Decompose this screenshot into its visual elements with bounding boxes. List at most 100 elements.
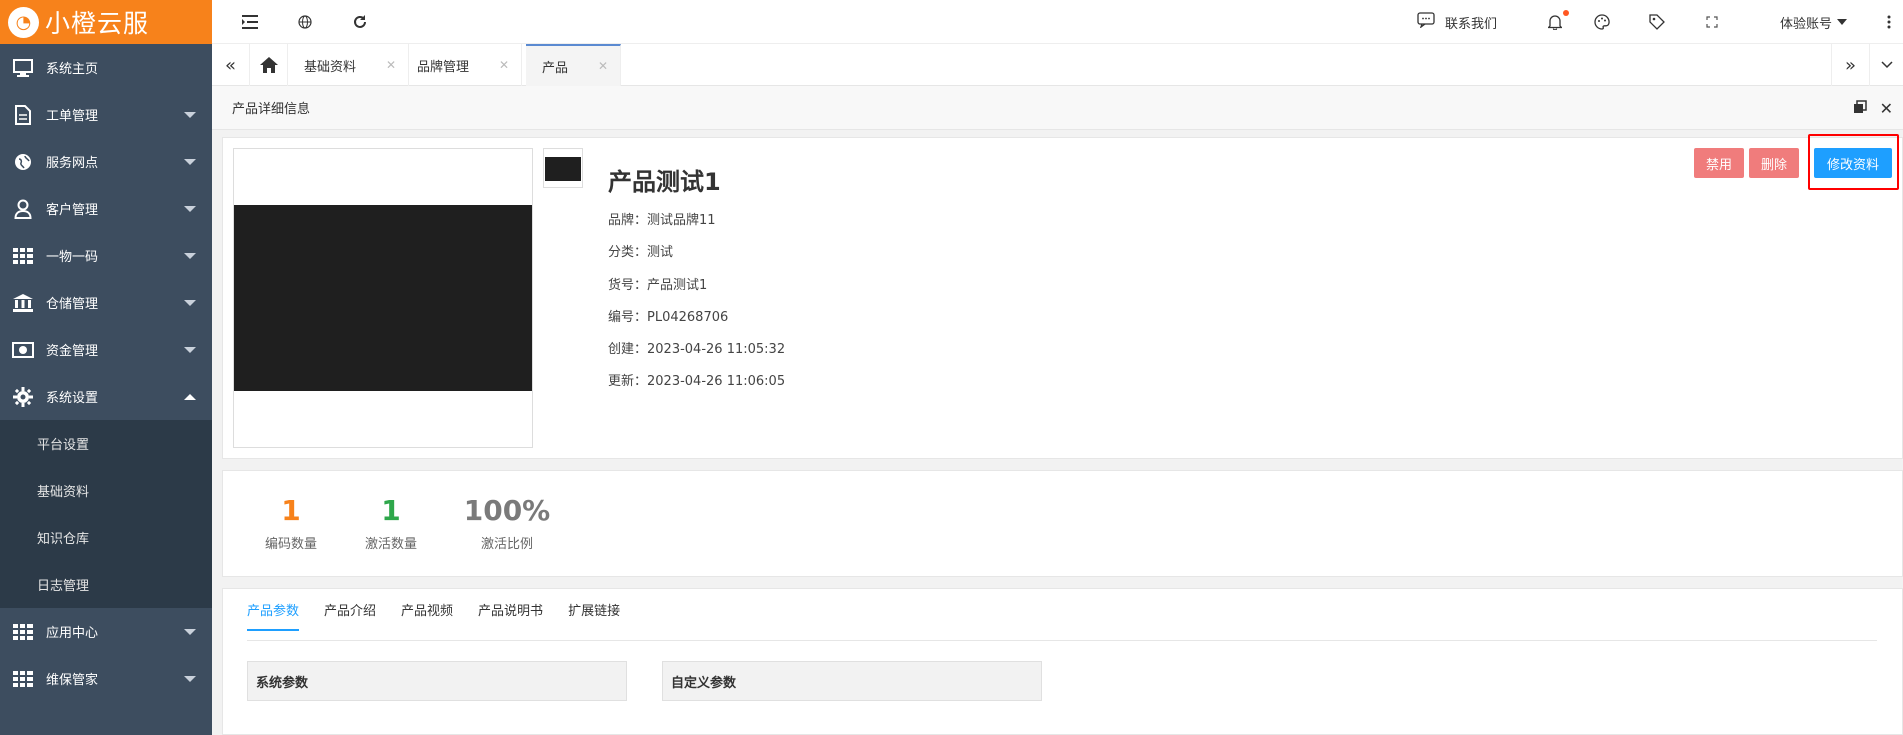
sidebar-item-maintenance[interactable]: 维保管家 [0,655,212,702]
close-icon[interactable]: ✕ [386,58,396,72]
tab-label: 品牌管理 [417,59,470,75]
gear-icon [12,386,34,407]
product-field-updated: 更新：2023-04-26 11:06:05 [608,374,786,389]
sidebar-item-settings[interactable]: 系统设置 [0,373,212,420]
chevron-down-icon [184,346,196,353]
account-menu[interactable]: 体验账号 [1780,0,1848,44]
product-field-number: 编号：PL04268706 [608,310,729,325]
page-title: 产品详细信息 [232,102,311,117]
sidebar-item-label: 一物一码 [46,250,99,265]
sidebar-item-label: 客户管理 [46,203,99,218]
sidebar-item-customers[interactable]: 客户管理 [0,185,212,232]
chat-icon [1417,12,1435,32]
stat-code-count: 1 编码数量 [256,494,326,552]
sidebar-item-home[interactable]: 系统主页 [0,44,212,91]
stat-activation-rate: 100% 激活比例 [460,494,554,552]
stat-label: 激活数量 [364,537,417,552]
sidebar-item-label: 服务网点 [46,156,99,171]
topbar: 联系我们 体验账号 [212,0,1903,44]
logo-text: 小橙云服 [45,9,150,38]
sidebar-item-app-center[interactable]: 应用中心 [0,608,212,655]
menu-collapse-icon[interactable] [240,12,260,32]
sidebar-item-funds[interactable]: 资金管理 [0,326,212,373]
product-main-image [233,148,533,448]
grid-icon [12,622,34,642]
disable-button[interactable]: 禁用 [1694,148,1744,178]
system-params-box: 系统参数 [247,661,627,701]
refresh-icon[interactable] [350,12,370,32]
tab-product-video[interactable]: 产品视频 [401,600,453,631]
caret-down-icon [1837,19,1848,25]
chevron-down-icon [184,675,196,682]
sidebar-item-one-code[interactable]: 一物一码 [0,232,212,279]
tabs-scroll-right-icon[interactable]: » [1831,44,1869,86]
submenu-item-platform[interactable]: 平台设置 [0,420,212,467]
contact-us-label: 联系我们 [1445,16,1498,32]
notification-dot [1563,10,1569,16]
chevron-down-icon [184,628,196,635]
chevron-down-icon [184,252,196,259]
tab-label: 基础资料 [304,59,357,75]
restore-window-icon[interactable] [1853,100,1867,118]
product-field-brand: 品牌：测试品牌11 [608,213,716,228]
fullscreen-icon[interactable] [1702,12,1722,32]
product-title: 产品测试1 [608,168,721,196]
home-tab[interactable] [250,44,288,86]
tabs-scroll-left-icon[interactable]: « [212,44,250,86]
chevron-down-icon [184,111,196,118]
detail-tabs: 产品参数 产品介绍 产品视频 产品说明书 扩展链接 [247,600,645,631]
globe-icon[interactable] [295,12,315,32]
tab-basic-data[interactable]: 基础资料 ✕ [288,44,410,86]
tabs-menu-chevron-down-icon[interactable] [1869,44,1903,86]
sidebar-item-label: 系统设置 [46,391,99,406]
chevron-down-icon [184,299,196,306]
stat-value: 1 [281,494,301,527]
submenu-item-basic-data[interactable]: 基础资料 [0,467,212,514]
close-icon[interactable]: ✕ [598,59,608,73]
tab-extension-links[interactable]: 扩展链接 [568,600,620,631]
document-icon [12,104,34,125]
tabs-divider [247,640,1877,641]
product-thumbnail[interactable] [543,148,583,188]
grid-icon [12,669,34,689]
user-icon [12,199,34,219]
tab-brand-management[interactable]: 品牌管理 ✕ [401,44,523,86]
sidebar-item-warehouse[interactable]: 仓储管理 [0,279,212,326]
sidebar-item-service-points[interactable]: 服务网点 [0,138,212,185]
logo-mark-icon: ◔ [8,6,39,38]
product-field-category: 分类：测试 [608,245,674,260]
bell-icon[interactable] [1545,10,1569,32]
tab-product-manual[interactable]: 产品说明书 [478,600,543,631]
page-header: 产品详细信息 ✕ [212,86,1903,130]
globe-icon [12,152,34,172]
stat-value: 1 [381,494,401,527]
tabs-bar: « 基础资料 ✕ 品牌管理 ✕ 产品 ✕ » [212,44,1903,86]
sidebar-item-label: 维保管家 [46,673,99,688]
chevron-up-icon [184,393,196,400]
sidebar-item-label: 应用中心 [46,626,99,641]
sidebar-item-label: 资金管理 [46,344,99,359]
sidebar-item-label: 工单管理 [46,109,99,124]
submenu-item-knowledge[interactable]: 知识仓库 [0,514,212,561]
product-field-created: 创建：2023-04-26 11:05:32 [608,342,786,357]
close-icon[interactable]: ✕ [499,58,509,72]
contact-us[interactable]: 联系我们 [1417,0,1497,44]
submenu-item-logs[interactable]: 日志管理 [0,561,212,608]
tab-product-intro[interactable]: 产品介绍 [324,600,376,631]
more-vertical-icon[interactable] [1879,12,1899,32]
logo[interactable]: ◔ 小橙云服 [0,0,212,44]
money-icon [12,340,34,360]
edit-button-highlight [1808,134,1899,190]
theme-palette-icon[interactable] [1592,12,1612,32]
tab-product-params[interactable]: 产品参数 [247,600,300,631]
tag-icon[interactable] [1647,12,1667,32]
close-icon[interactable]: ✕ [1880,99,1893,118]
delete-button[interactable]: 删除 [1749,148,1799,178]
stat-label: 激活比例 [480,537,533,552]
sidebar-item-tickets[interactable]: 工单管理 [0,91,212,138]
stat-activated-count: 1 激活数量 [356,494,426,552]
stat-value: 100% [463,494,551,527]
chevron-down-icon [184,158,196,165]
custom-params-box: 自定义参数 [662,661,1042,701]
tab-product[interactable]: 产品 ✕ [526,44,622,86]
